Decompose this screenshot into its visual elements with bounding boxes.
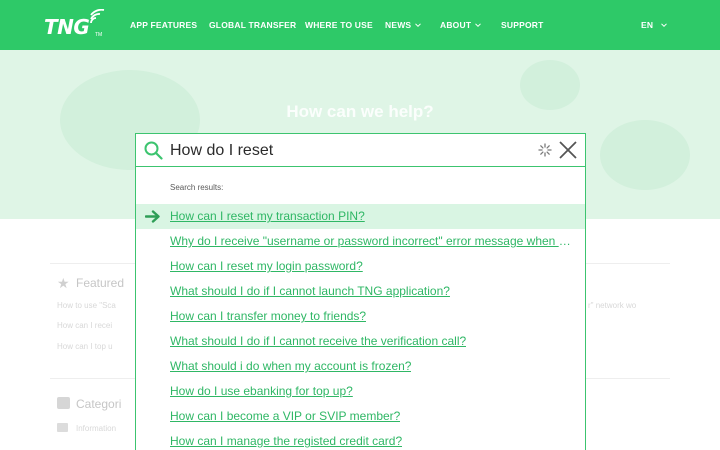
search-result-item[interactable]: How can I transfer money to friends? xyxy=(136,304,585,329)
hero-title: How can we help? xyxy=(286,102,434,121)
nav-item-label: NEWS xyxy=(385,20,412,30)
logo-text: TNG xyxy=(44,15,90,39)
hero-decoration xyxy=(600,120,690,190)
search-bar xyxy=(136,134,585,167)
featured-link-continued[interactable]: r" network wo xyxy=(588,301,636,310)
shopping-bag-icon xyxy=(57,397,70,409)
search-input[interactable] xyxy=(170,138,530,164)
nav-item-label: GLOBAL TRANSFER xyxy=(209,20,297,30)
search-result-link[interactable]: How can I manage the registed credit car… xyxy=(170,434,402,448)
featured-link[interactable]: How to use "Sca xyxy=(57,301,116,310)
nav-global-transfer[interactable]: GLOBAL TRANSFER xyxy=(209,0,296,50)
search-result-link[interactable]: How do I use ebanking for top up? xyxy=(170,384,353,398)
search-result-link[interactable]: How can I transfer money to friends? xyxy=(170,309,366,323)
search-result-link[interactable]: What should i do when my account is froz… xyxy=(170,359,411,373)
star-icon: ★ xyxy=(57,275,70,291)
tng-logo[interactable]: TNG TM xyxy=(44,9,108,41)
search-result-link[interactable]: How can I reset my transaction PIN? xyxy=(170,209,365,223)
categories-heading: Categori xyxy=(76,397,122,411)
search-result-item[interactable]: What should i do when my account is froz… xyxy=(136,354,585,379)
search-result-item[interactable]: How can I manage the registed credit car… xyxy=(136,429,585,450)
language-label: EN xyxy=(641,20,654,30)
chevron-down-icon xyxy=(415,23,422,28)
search-result-item[interactable]: What should I do if I cannot launch TNG … xyxy=(136,279,585,304)
search-result-item[interactable]: How can I reset my transaction PIN? xyxy=(136,204,585,229)
search-result-link[interactable]: What should I do if I cannot receive the… xyxy=(170,334,466,348)
search-icon xyxy=(144,141,163,160)
nav-item-label: APP FEATURES xyxy=(130,20,198,30)
nav-news[interactable]: NEWS xyxy=(385,0,422,50)
search-result-item[interactable]: What should I do if I cannot receive the… xyxy=(136,329,585,354)
search-result-item[interactable]: How do I use ebanking for top up? xyxy=(136,379,585,404)
signal-waves-icon xyxy=(90,9,105,24)
logo-trademark: TM xyxy=(95,32,103,38)
nav-item-label: ABOUT xyxy=(440,20,472,30)
arrow-right-icon xyxy=(145,210,160,223)
nav-item-label: SUPPORT xyxy=(501,20,544,30)
nav-item-label: WHERE TO USE xyxy=(305,20,373,30)
search-result-link[interactable]: How can I become a VIP or SVIP member? xyxy=(170,409,400,423)
search-result-link[interactable]: How can I reset my login password? xyxy=(170,259,363,273)
nav-where-to-use[interactable]: WHERE TO USE xyxy=(305,0,373,50)
top-nav: TNG TM APP FEATURES GLOBAL TRANSFER WHER… xyxy=(0,0,720,50)
search-result-link[interactable]: Why do I receive "username or password i… xyxy=(170,234,572,248)
featured-link[interactable]: How can I top u xyxy=(57,342,113,351)
search-result-link[interactable]: What should I do if I cannot launch TNG … xyxy=(170,284,450,298)
nav-about[interactable]: ABOUT xyxy=(440,0,482,50)
search-result-item[interactable]: Why do I receive "username or password i… xyxy=(136,229,585,254)
featured-link[interactable]: How can I recei xyxy=(57,321,112,330)
chevron-down-icon xyxy=(661,23,668,28)
featured-heading: Featured xyxy=(76,276,125,290)
chevron-down-icon xyxy=(475,23,482,28)
search-overlay: Search results: How can I reset my trans… xyxy=(135,133,586,450)
loading-spinner-icon xyxy=(538,143,552,157)
nav-app-features[interactable]: APP FEATURES xyxy=(130,0,197,50)
close-icon[interactable] xyxy=(558,140,578,160)
search-results-label: Search results: xyxy=(170,183,224,192)
nav-support[interactable]: SUPPORT xyxy=(501,0,544,50)
category-item[interactable]: Information xyxy=(76,424,116,433)
language-selector[interactable]: EN xyxy=(641,0,668,50)
search-result-item[interactable]: How can I become a VIP or SVIP member? xyxy=(136,404,585,429)
info-icon xyxy=(57,423,68,432)
search-result-item[interactable]: How can I reset my login password? xyxy=(136,254,585,279)
